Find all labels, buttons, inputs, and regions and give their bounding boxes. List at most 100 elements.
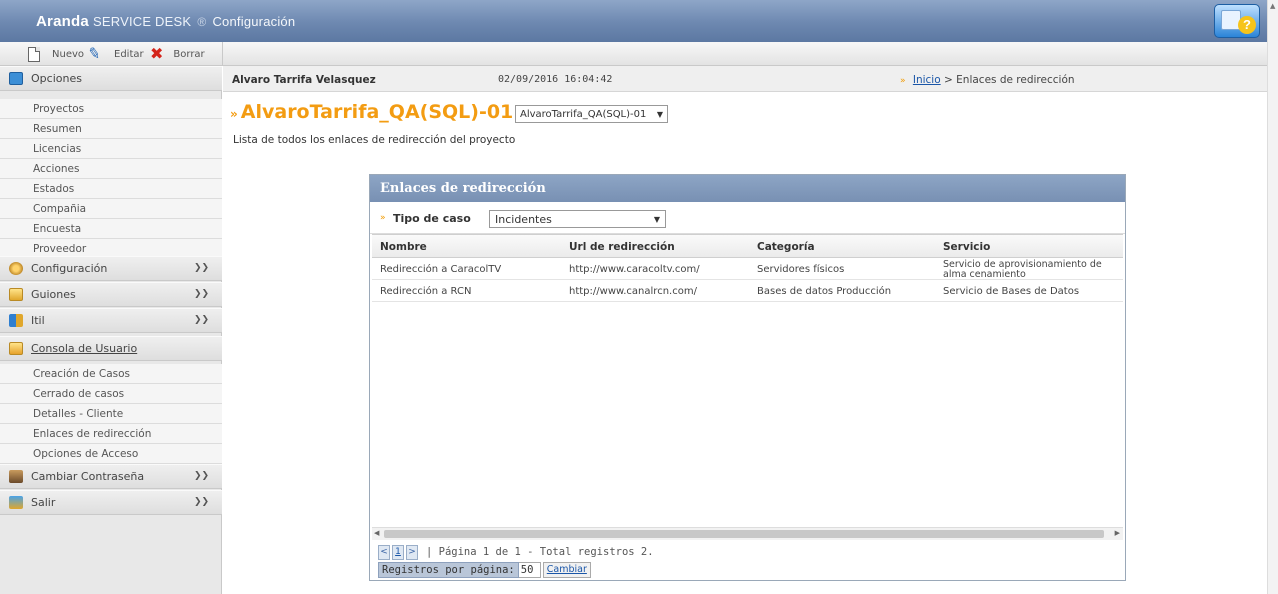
options-icon xyxy=(9,72,23,85)
project-select-value: AlvaroTarrifa_QA(SQL)-01 xyxy=(520,108,647,120)
delete-button[interactable]: ✖ Borrar xyxy=(150,46,205,62)
breadcrumb: » Inicio > Enlaces de redirección xyxy=(900,74,1075,86)
brand-separator: ® xyxy=(197,15,207,29)
project-select[interactable]: AlvaroTarrifa_QA(SQL)-01 ▼ xyxy=(515,105,668,123)
sidebar-item-licencias[interactable]: Licencias xyxy=(0,139,222,159)
column-header-url[interactable]: Url de redirección xyxy=(569,241,675,253)
dropdown-caret-icon: ▼ xyxy=(656,109,663,119)
breadcrumb-home-link[interactable]: Inicio xyxy=(913,74,941,86)
scroll-thumb[interactable] xyxy=(384,530,1104,538)
dropdown-caret-icon: ▼ xyxy=(653,214,660,224)
sidebar-item-proyectos[interactable]: Proyectos xyxy=(0,99,222,119)
column-header-nombre[interactable]: Nombre xyxy=(380,241,427,253)
delete-x-icon: ✖ xyxy=(150,44,164,63)
consola-label: Consola de Usuario xyxy=(31,342,138,355)
per-page-input[interactable]: 50 xyxy=(518,562,541,578)
sidebar-item-label: Resumen xyxy=(33,122,82,135)
filter-label: Tipo de caso xyxy=(393,212,471,225)
chevron-down-icon[interactable]: ❯❯ xyxy=(194,263,209,273)
sidebar-item-creacion-casos[interactable]: Creación de Casos xyxy=(0,364,222,384)
password-icon xyxy=(9,470,23,483)
column-header-servicio[interactable]: Servicio xyxy=(943,241,990,253)
sidebar-item-encuesta[interactable]: Encuesta xyxy=(0,219,222,239)
scroll-up-icon[interactable]: ▲ xyxy=(1270,2,1275,10)
horizontal-scrollbar[interactable]: ◀ ▶ xyxy=(372,527,1123,540)
help-icon[interactable]: ? xyxy=(1214,4,1260,38)
chevron-down-icon[interactable]: ❯❯ xyxy=(194,471,209,481)
panel-title: Enlaces de redirección xyxy=(370,175,1125,202)
title-bullet-icon: » xyxy=(230,107,238,121)
pagination: < 1 > | Página 1 de 1 - Total registros … xyxy=(378,544,654,560)
exit-icon xyxy=(9,496,23,509)
cell-nombre: Redirección a CaracolTV xyxy=(380,264,502,275)
change-per-page-button[interactable]: Cambiar xyxy=(542,562,591,578)
app-brand: Aranda SERVICE DESK ® Configuración xyxy=(36,13,295,30)
sidebar-section-cambiar-contrasena[interactable]: Cambiar Contraseña ❯❯ xyxy=(0,464,222,489)
next-page-button[interactable]: > xyxy=(406,544,418,560)
sidebar-item-label: Estados xyxy=(33,182,75,195)
prev-page-button[interactable]: < xyxy=(378,544,390,560)
sidebar-item-resumen[interactable]: Resumen xyxy=(0,119,222,139)
salir-label: Salir xyxy=(31,496,56,509)
table-row[interactable]: Redirección a RCN http://www.canalrcn.co… xyxy=(372,280,1123,302)
sidebar-section-configuracion[interactable]: Configuración ❯❯ xyxy=(0,256,222,281)
module-name: Configuración xyxy=(212,14,296,29)
page-number-button[interactable]: 1 xyxy=(392,544,404,560)
sidebar-item-cerrado-casos[interactable]: Cerrado de casos xyxy=(0,384,222,404)
sidebar-section-consola[interactable]: Consola de Usuario xyxy=(0,336,222,361)
page-description: Lista de todos los enlaces de redirecció… xyxy=(233,134,516,146)
title-bar: Aranda SERVICE DESK ® Configuración ? xyxy=(0,0,1267,42)
sidebar-item-label: Compañia xyxy=(33,202,87,215)
breadcrumb-current: Enlaces de redirección xyxy=(956,74,1075,86)
case-type-select[interactable]: Incidentes ▼ xyxy=(489,210,666,228)
sidebar-section-guiones[interactable]: Guiones ❯❯ xyxy=(0,282,222,307)
cell-nombre: Redirección a RCN xyxy=(380,286,472,297)
sidebar-item-label: Encuesta xyxy=(33,222,82,235)
new-label: Nuevo xyxy=(52,48,85,60)
cell-url: http://www.caracoltv.com/ xyxy=(569,264,700,275)
cell-categoria: Servidores físicos xyxy=(757,264,845,275)
scroll-left-icon[interactable]: ◀ xyxy=(374,529,379,537)
sidebar-item-enlaces-redireccion[interactable]: Enlaces de redirección xyxy=(0,424,222,444)
sidebar-item-label: Detalles - Cliente xyxy=(33,407,124,420)
header-info-row: Alvaro Tarrifa Velasquez 02/09/2016 16:0… xyxy=(223,66,1267,92)
chevron-down-icon[interactable]: ❯❯ xyxy=(194,315,209,325)
filter-arrow-icon: » xyxy=(380,213,386,223)
sidebar-item-acciones[interactable]: Acciones xyxy=(0,159,222,179)
toolbar-divider xyxy=(222,42,223,66)
sidebar-item-label: Proveedor xyxy=(33,242,87,255)
sidebar-item-opciones-acceso[interactable]: Opciones de Acceso xyxy=(0,444,222,464)
delete-label: Borrar xyxy=(173,48,205,60)
scroll-right-icon[interactable]: ▶ xyxy=(1115,529,1120,537)
sidebar-item-label: Cerrado de casos xyxy=(33,387,125,400)
redirect-links-panel: Enlaces de redirección » Tipo de caso In… xyxy=(369,174,1126,581)
sidebar-item-label: Proyectos xyxy=(33,102,85,115)
sidebar-section-opciones[interactable]: Opciones xyxy=(0,66,222,91)
sidebar-section-itil[interactable]: Itil ❯❯ xyxy=(0,308,222,333)
filter-row: » Tipo de caso Incidentes ▼ xyxy=(370,202,1125,234)
sidebar-item-compania[interactable]: Compañia xyxy=(0,199,222,219)
edit-button[interactable]: ✎ Editar xyxy=(86,43,144,64)
cambiar-label: Cambiar Contraseña xyxy=(31,470,145,483)
chevron-down-icon[interactable]: ❯❯ xyxy=(194,289,209,299)
opciones-label: Opciones xyxy=(31,72,82,85)
brand-name: Aranda xyxy=(36,13,89,30)
question-icon: ? xyxy=(1238,16,1256,34)
sidebar-item-detalles-cliente[interactable]: Detalles - Cliente xyxy=(0,404,222,424)
new-button[interactable]: Nuevo xyxy=(28,46,84,62)
pagination-info: | Página 1 de 1 - Total registros 2. xyxy=(426,546,654,558)
sidebar-item-estados[interactable]: Estados xyxy=(0,179,222,199)
pencil-icon: ✎ xyxy=(86,43,103,64)
sidebar-section-salir[interactable]: Salir ❯❯ xyxy=(0,490,222,515)
chevron-down-icon[interactable]: ❯❯ xyxy=(194,497,209,507)
folder-icon xyxy=(9,342,23,355)
itil-icon xyxy=(9,314,23,327)
product-name: SERVICE DESK xyxy=(92,14,192,29)
table-row[interactable]: Redirección a CaracolTV http://www.carac… xyxy=(372,258,1123,280)
table-header: Nombre Url de redirección Categoría Serv… xyxy=(372,234,1123,258)
edit-label: Editar xyxy=(114,48,144,60)
window-scrollbar[interactable]: ▲ xyxy=(1267,0,1278,594)
column-header-categoria[interactable]: Categoría xyxy=(757,241,815,253)
cell-servicio: Servicio de Bases de Datos xyxy=(943,286,1080,297)
breadcrumb-arrow-icon: » xyxy=(900,76,906,86)
